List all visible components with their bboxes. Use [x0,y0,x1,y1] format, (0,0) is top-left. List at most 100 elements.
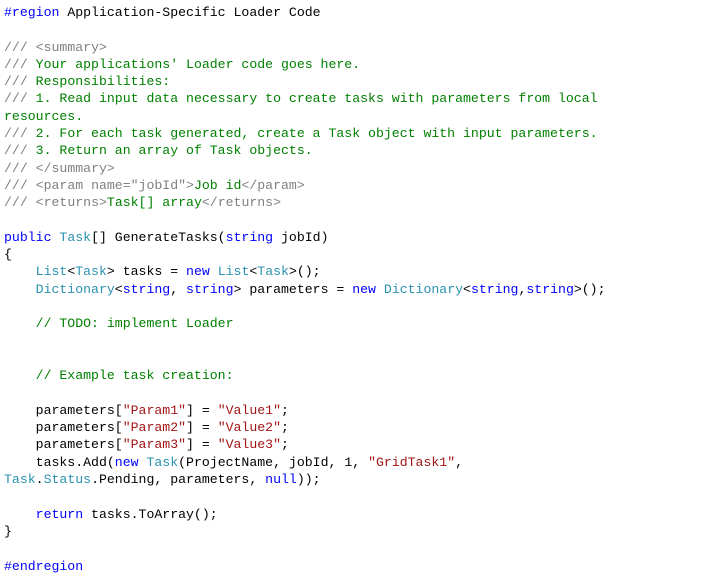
code-text: , [455,454,464,470]
code-text: ] = [186,402,218,418]
code-line: parameters["Param1"] = "Value1"; [4,402,704,419]
doc-comment-tag: /// [4,91,28,107]
comment-text [28,178,36,193]
code-text: . [35,472,44,488]
code-text: < [463,281,471,297]
type-name-token: List [217,264,250,280]
code-line: Task.Status.Pending, parameters, null)); [4,471,704,488]
code-line: List<Task> tasks = new List<Task>(); [4,263,704,280]
code-text: (ProjectName, jobId, 1, [178,454,369,470]
string-literal: "Param3" [122,437,187,453]
keyword-token: #endregion [4,558,84,574]
code-text: parameters[ [4,420,123,436]
code-line: // Example task creation: [4,367,704,384]
comment-text: // Example task creation: [35,368,234,384]
doc-comment-tag: /// [4,56,28,72]
code-text: .Pending, parameters, [91,472,266,488]
code-text: >(); [573,281,606,297]
keyword-token: string [470,281,519,297]
string-literal: "Value3" [217,437,281,453]
code-text: > tasks = [106,264,187,280]
code-line: return tasks.ToArray(); [4,506,704,523]
doc-comment-tag: <returns> [35,195,107,211]
comment-text: Your applications' Loader code goes here… [27,56,361,72]
doc-comment-tag: /// [4,143,28,159]
code-text: Application-Specific Loader Code [59,5,321,20]
type-name-token: List [35,264,68,280]
comment-text [28,40,36,55]
comment-text [28,195,36,210]
string-literal: "Param1" [122,402,187,418]
keyword-token: new [114,454,139,470]
code-line: #region Application-Specific Loader Code [4,4,704,21]
keyword-token: new [352,281,376,297]
code-text: parameters[ [4,437,123,453]
code-text: >(); [288,264,321,280]
comment-text: 1. Read input data necessary to create t… [27,91,598,107]
code-text: tasks.ToArray(); [83,506,218,522]
code-text: < [114,281,123,297]
code-line: Dictionary<string, string> parameters = … [4,281,704,298]
doc-comment-tag: /// [4,126,28,142]
type-name-token: Task [146,454,179,470]
keyword-token: new [186,264,210,280]
type-name-token: Task [257,264,289,280]
doc-comment-tag: <summary> [35,39,107,55]
type-name-token: Status [43,472,92,488]
code-line: parameters["Param2"] = "Value2"; [4,419,704,436]
doc-comment-tag: <param name="jobId"> [35,177,194,193]
keyword-token: string [526,281,574,297]
code-line: tasks.Add(new Task(ProjectName, jobId, 1… [4,454,704,471]
code-line: /// Your applications' Loader code goes … [4,56,704,73]
code-line: /// </summary> [4,160,704,177]
code-line: parameters["Param3"] = "Value3"; [4,436,704,453]
keyword-token: public [4,229,52,245]
code-line: resources. [4,108,704,125]
code-line: #endregion [4,558,704,575]
comment-text: Responsibilities: [27,74,171,90]
doc-comment-tag: </returns> [201,195,282,211]
doc-comment-tag: </summary> [35,160,115,176]
comment-text [28,161,36,176]
keyword-token: null [265,472,297,488]
code-text: ; [281,420,289,436]
code-text: ] = [186,420,218,436]
type-name-token: Task [4,472,36,488]
comment-text: Job id [193,177,242,193]
code-line: /// <summary> [4,39,704,56]
string-literal: "Value1" [217,402,281,418]
type-name-token: Task [75,264,107,280]
comment-text: resources. [4,108,84,124]
keyword-token: string [225,229,274,245]
doc-comment-tag: /// [4,160,28,176]
code-line: /// Responsibilities: [4,73,704,90]
comment-text: Task[] array [106,195,202,211]
code-line: // TODO: implement Loader [4,315,704,332]
code-text: parameters[ [4,402,123,418]
type-name-token: Task [59,229,92,245]
keyword-token: string [122,281,171,297]
code-line: /// 1. Read input data necessary to crea… [4,90,704,107]
comment-text: // TODO: implement Loader [35,316,234,332]
type-name-token: Dictionary [35,281,115,297]
string-literal: "Param2" [122,420,187,436]
keyword-token: string [186,281,234,297]
code-text: } [4,523,12,539]
string-literal: "Value2" [217,420,281,436]
code-text: ] = [186,437,218,453]
code-editor[interactable]: #region Application-Specific Loader Code… [4,4,704,575]
code-line: /// 2. For each task generated, create a… [4,125,704,142]
code-line: } [4,523,704,540]
